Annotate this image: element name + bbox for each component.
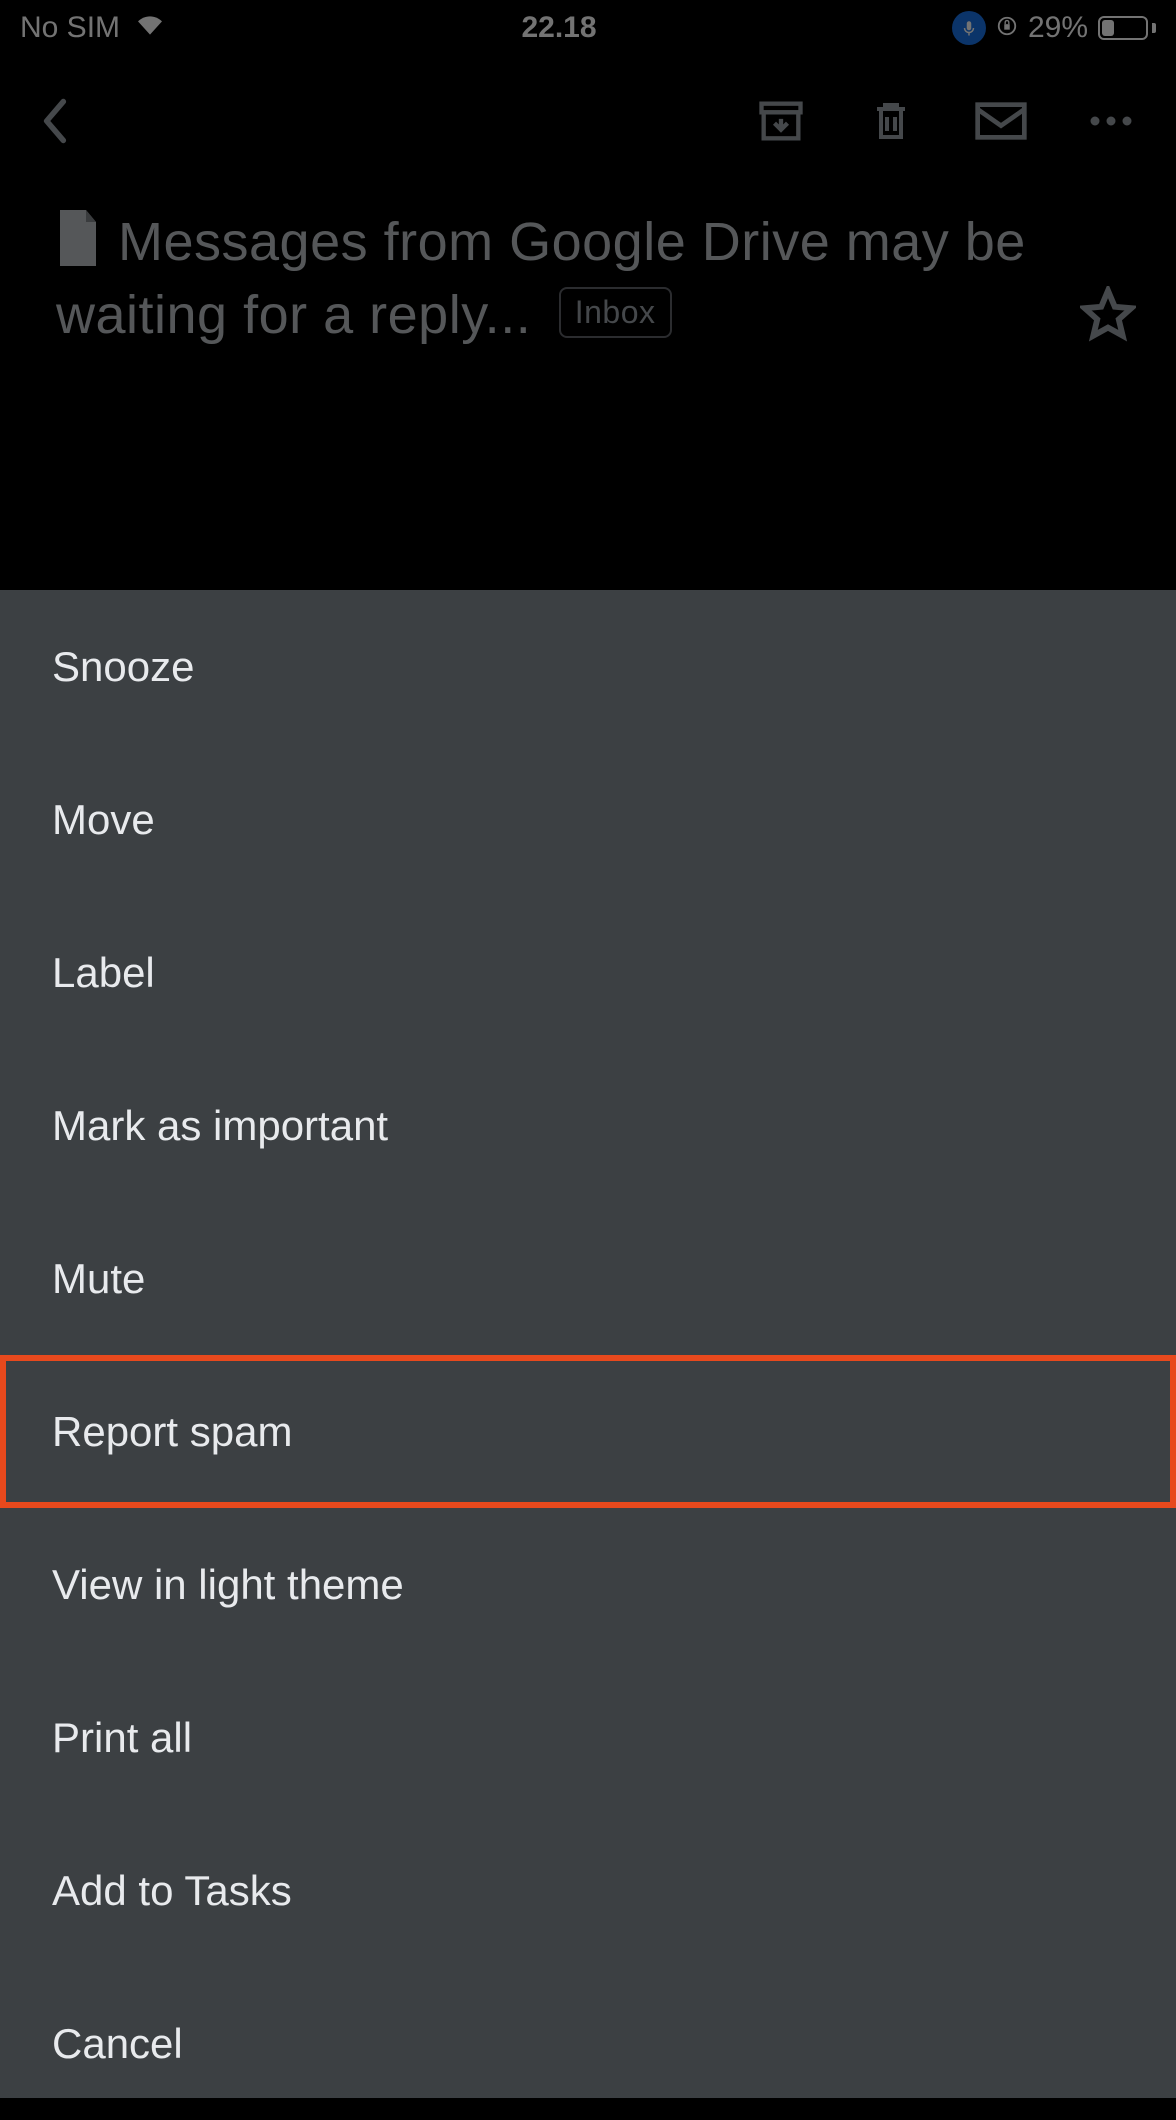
subject-text: Messages from Google Drive may be waitin…: [56, 206, 1056, 352]
sheet-item-label: View in light theme: [52, 1561, 404, 1609]
sheet-item-label[interactable]: Label: [0, 896, 1176, 1049]
subject-label: Messages from Google Drive may be waitin…: [56, 212, 1026, 345]
sheet-item-label: Cancel: [52, 2020, 183, 2068]
message-toolbar: [0, 56, 1176, 186]
status-time: 22.18: [166, 11, 952, 45]
sheet-item-report-spam[interactable]: Report spam: [0, 1355, 1176, 1508]
sheet-item-label: Mark as important: [52, 1102, 388, 1150]
sheet-item-cancel[interactable]: Cancel: [0, 1967, 1176, 2120]
sheet-item-label: Print all: [52, 1714, 192, 1762]
back-button[interactable]: [30, 96, 80, 146]
subject-row: Messages from Google Drive may be waitin…: [0, 186, 1176, 412]
sheet-item-mark-important[interactable]: Mark as important: [0, 1049, 1176, 1202]
sheet-item-label: Add to Tasks: [52, 1867, 292, 1915]
delete-button[interactable]: [856, 86, 926, 156]
wifi-icon: [134, 10, 166, 46]
battery-icon: [1098, 16, 1156, 40]
sheet-item-view-light-theme[interactable]: View in light theme: [0, 1508, 1176, 1661]
battery-percent: 29%: [1028, 11, 1088, 45]
sheet-item-move[interactable]: Move: [0, 743, 1176, 896]
battery-fill: [1102, 20, 1114, 36]
sheet-item-label: Move: [52, 796, 155, 844]
sheet-item-label: Snooze: [52, 643, 194, 691]
action-sheet: Snooze Move Label Mark as important Mute…: [0, 590, 1176, 2098]
sheet-item-print-all[interactable]: Print all: [0, 1661, 1176, 1814]
mark-unread-button[interactable]: [966, 86, 1036, 156]
status-right: 29%: [952, 11, 1156, 45]
star-button[interactable]: [1080, 286, 1136, 347]
orientation-lock-icon: [996, 11, 1018, 45]
status-bar: No SIM 22.18 29%: [0, 0, 1176, 56]
sheet-item-label: Mute: [52, 1255, 145, 1303]
status-left: No SIM: [20, 10, 166, 46]
more-button[interactable]: [1076, 86, 1146, 156]
archive-button[interactable]: [746, 86, 816, 156]
carrier-text: No SIM: [20, 11, 120, 45]
microphone-icon: [952, 11, 986, 45]
folder-chip[interactable]: Inbox: [559, 287, 672, 338]
sheet-item-label: Label: [52, 949, 155, 997]
sheet-item-snooze[interactable]: Snooze: [0, 590, 1176, 743]
sheet-item-mute[interactable]: Mute: [0, 1202, 1176, 1355]
sheet-item-label: Report spam: [52, 1408, 292, 1456]
sheet-item-add-to-tasks[interactable]: Add to Tasks: [0, 1814, 1176, 1967]
document-icon: [56, 210, 100, 266]
